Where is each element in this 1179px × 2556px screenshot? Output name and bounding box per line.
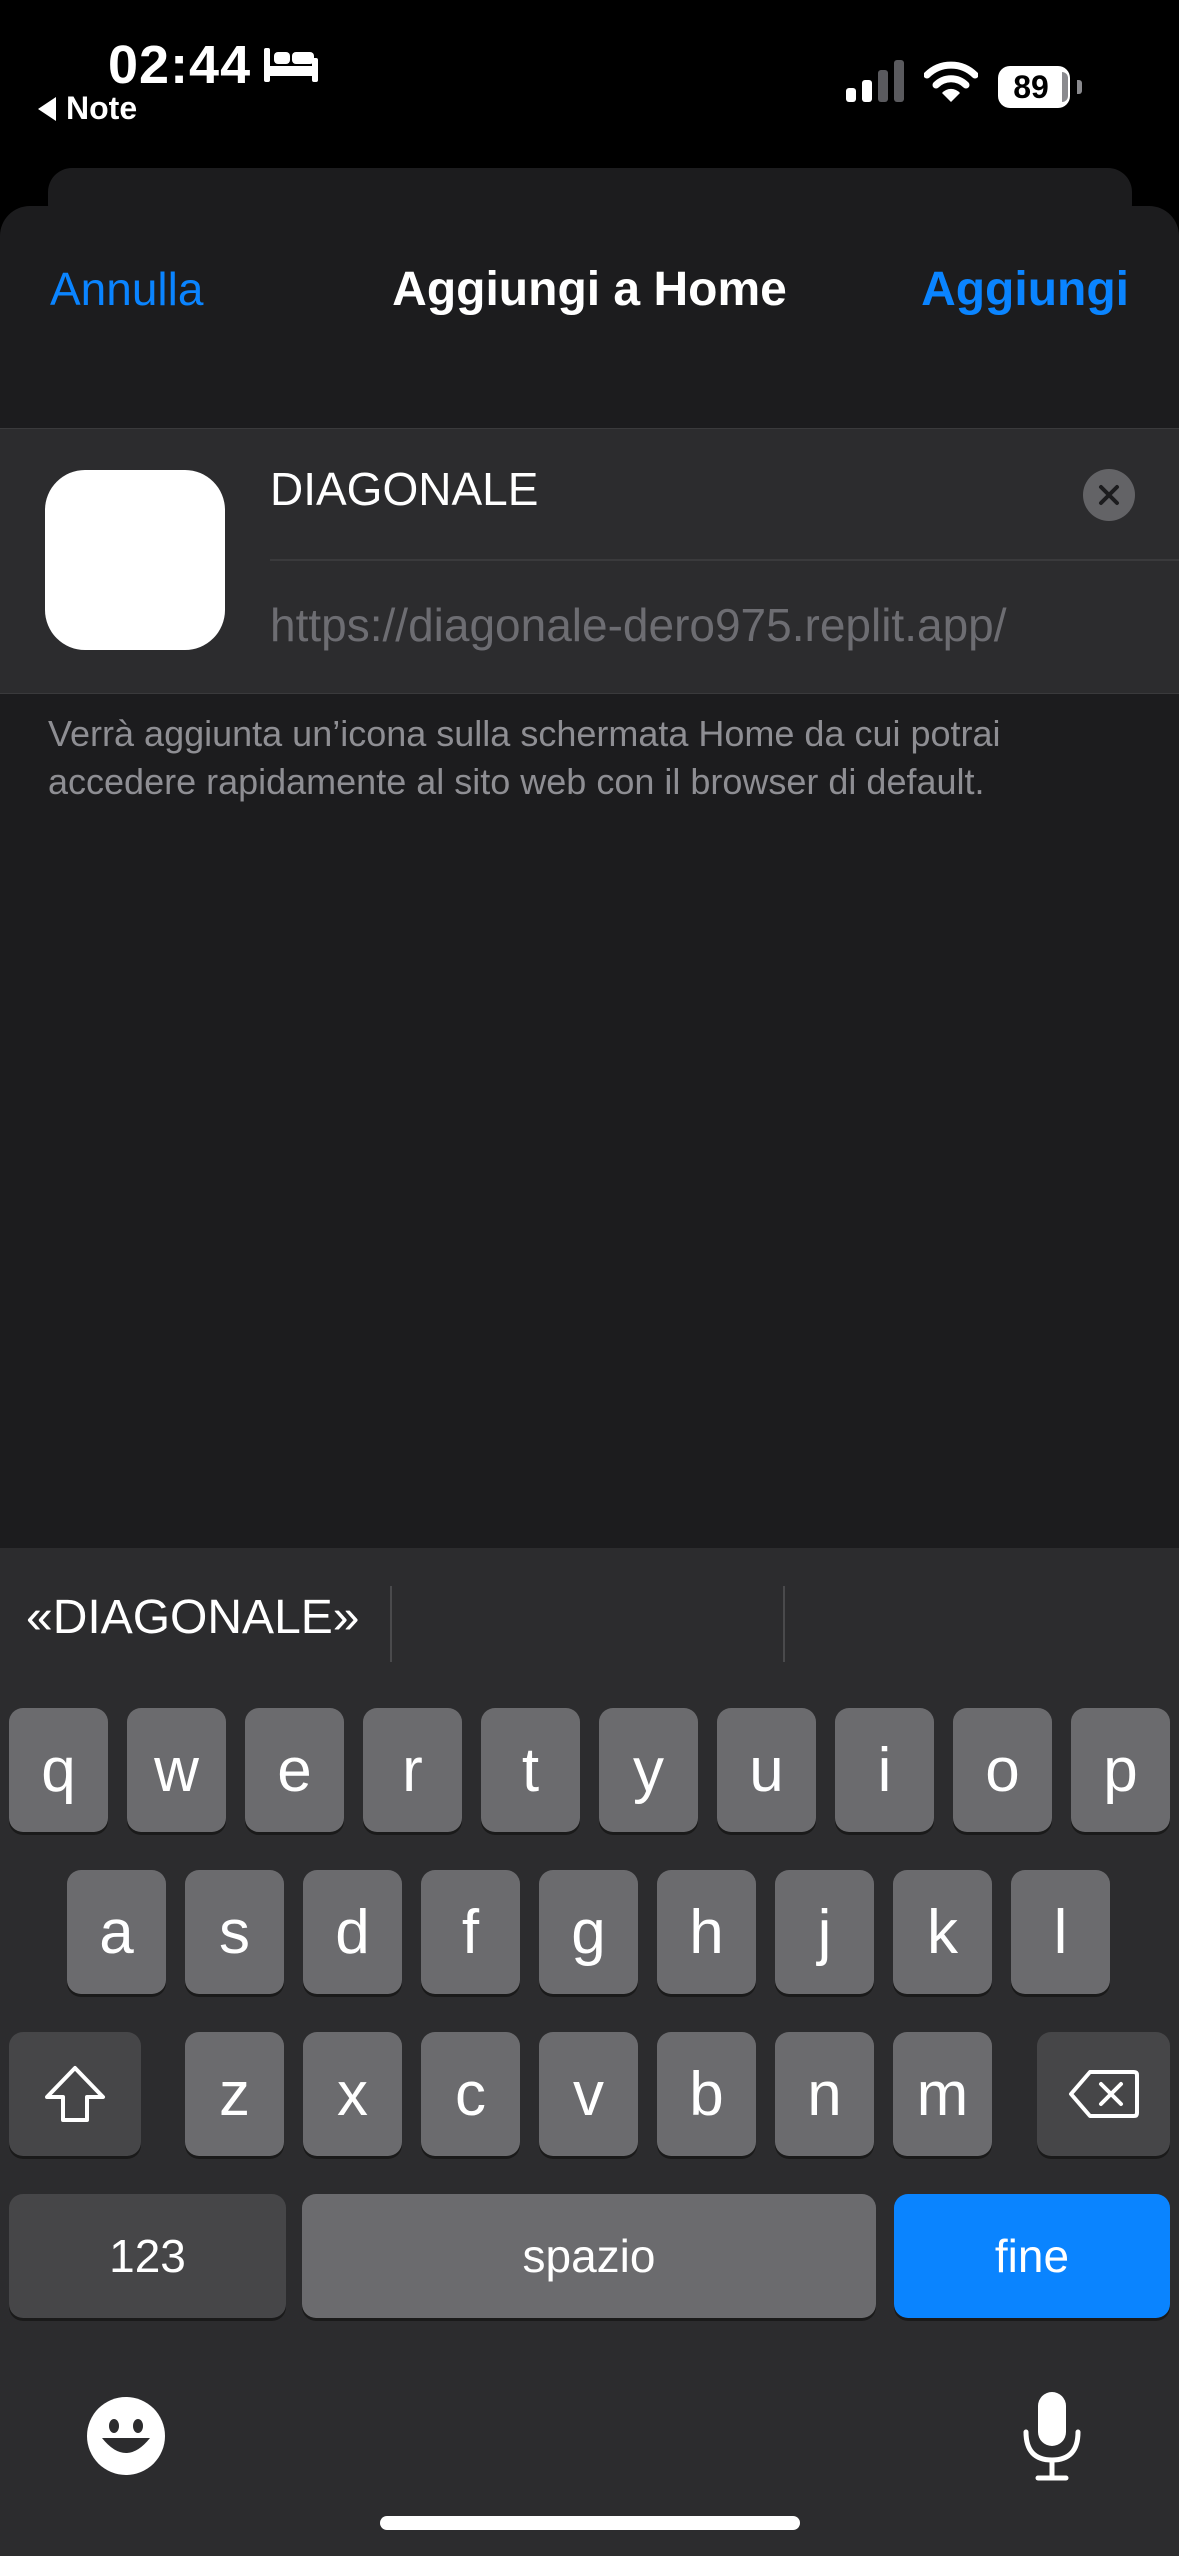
battery-icon: 89 bbox=[998, 66, 1082, 108]
key-a[interactable]: a bbox=[67, 1870, 166, 1994]
bed-icon bbox=[264, 48, 318, 82]
key-w[interactable]: w bbox=[127, 1708, 226, 1832]
home-indicator[interactable] bbox=[380, 2516, 800, 2530]
add-button[interactable]: Aggiungi bbox=[921, 262, 1129, 317]
key-z[interactable]: z bbox=[185, 2032, 284, 2156]
shift-key[interactable] bbox=[9, 2032, 141, 2156]
status-time: 02:44 bbox=[108, 35, 252, 95]
back-triangle-icon bbox=[38, 96, 56, 121]
key-t[interactable]: t bbox=[481, 1708, 580, 1832]
field-divider bbox=[270, 559, 1179, 561]
shortcut-url: https://diagonale-dero975.replit.app/ bbox=[270, 599, 1007, 651]
key-x[interactable]: x bbox=[303, 2032, 402, 2156]
backspace-key[interactable] bbox=[1037, 2032, 1170, 2156]
key-f[interactable]: f bbox=[421, 1870, 520, 1994]
space-key[interactable]: spazio bbox=[302, 2194, 876, 2318]
key-i[interactable]: i bbox=[835, 1708, 934, 1832]
key-d[interactable]: d bbox=[303, 1870, 402, 1994]
suggestion-separator bbox=[390, 1586, 392, 1662]
numbers-key[interactable]: 123 bbox=[9, 2194, 286, 2318]
key-v[interactable]: v bbox=[539, 2032, 638, 2156]
clear-icon bbox=[1099, 485, 1119, 505]
key-c[interactable]: c bbox=[421, 2032, 520, 2156]
key-b[interactable]: b bbox=[657, 2032, 756, 2156]
info-description: Verrà aggiunta un’icona sulla schermata … bbox=[48, 713, 1001, 802]
done-key[interactable]: fine bbox=[894, 2194, 1170, 2318]
key-r[interactable]: r bbox=[363, 1708, 462, 1832]
key-n[interactable]: n bbox=[775, 2032, 874, 2156]
key-h[interactable]: h bbox=[657, 1870, 756, 1994]
back-to-app-button[interactable]: Note bbox=[38, 90, 137, 127]
wifi-icon bbox=[924, 61, 978, 102]
add-to-home-sheet bbox=[0, 206, 1179, 1606]
key-l[interactable]: l bbox=[1011, 1870, 1110, 1994]
battery-percent: 89 bbox=[1013, 69, 1049, 105]
clear-text-button[interactable] bbox=[1083, 469, 1135, 521]
backspace-icon bbox=[1068, 2070, 1139, 2118]
key-g[interactable]: g bbox=[539, 1870, 638, 1994]
key-m[interactable]: m bbox=[893, 2032, 992, 2156]
suggestion-1[interactable]: «DIAGONALE» bbox=[26, 1590, 359, 1645]
key-o[interactable]: o bbox=[953, 1708, 1052, 1832]
key-e[interactable]: e bbox=[245, 1708, 344, 1832]
shift-icon bbox=[45, 2066, 105, 2122]
key-k[interactable]: k bbox=[893, 1870, 992, 1994]
shortcut-name-input[interactable]: DIAGONALE bbox=[270, 462, 538, 516]
signal-icon bbox=[846, 60, 904, 102]
app-icon-preview bbox=[45, 470, 225, 650]
key-p[interactable]: p bbox=[1071, 1708, 1170, 1832]
key-u[interactable]: u bbox=[717, 1708, 816, 1832]
key-s[interactable]: s bbox=[185, 1870, 284, 1994]
suggestion-separator bbox=[783, 1586, 785, 1662]
key-y[interactable]: y bbox=[599, 1708, 698, 1832]
cancel-button[interactable]: Annulla bbox=[50, 262, 203, 316]
microphone-icon[interactable] bbox=[1018, 2390, 1086, 2482]
emoji-icon[interactable] bbox=[86, 2396, 166, 2476]
key-q[interactable]: q bbox=[9, 1708, 108, 1832]
back-app-label: Note bbox=[66, 90, 138, 126]
key-j[interactable]: j bbox=[775, 1870, 874, 1994]
